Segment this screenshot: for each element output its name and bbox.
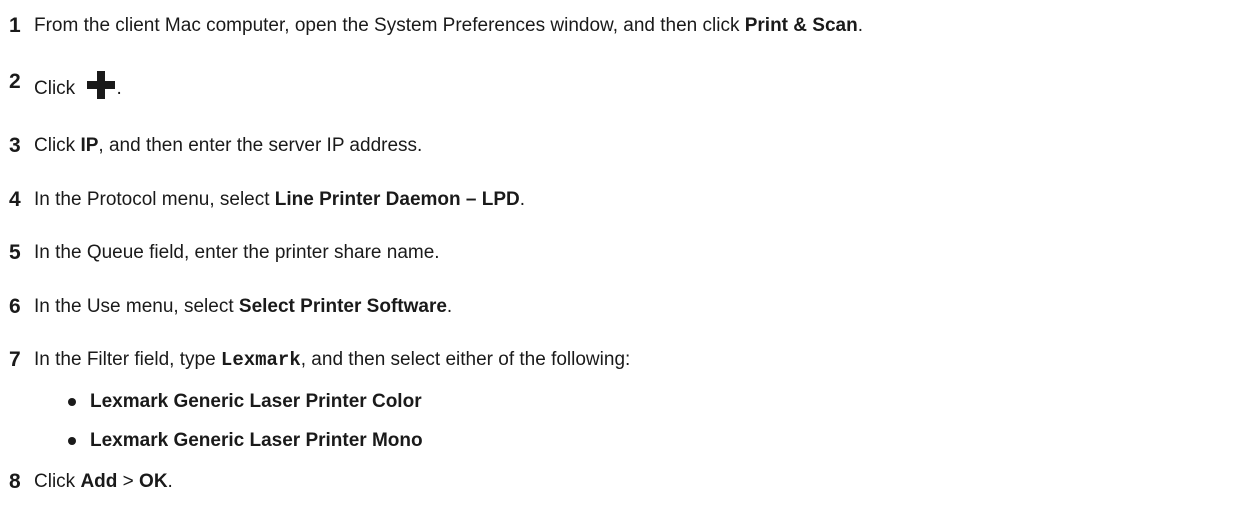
plus-icon [87,71,116,99]
bullet-text: Lexmark Generic Laser Printer Mono [90,430,423,451]
step-text: Click [34,78,81,99]
step-number: 1 [9,14,21,37]
step-number: 4 [9,188,21,211]
step-number: 8 [9,470,21,493]
step-text-rest: , and then enter the server IP address. [98,135,423,156]
bullet-item: Lexmark Generic Laser Printer Mono [68,429,423,453]
code-term: Lexmark [220,349,301,371]
step-punct: . [519,189,526,210]
ui-term: Add [80,471,118,492]
step-number: 3 [9,134,21,157]
ui-term: OK [139,471,168,492]
step-number: 2 [9,70,21,93]
step-text: In the Filter field, type [34,349,221,370]
step-text-rest: , and then select either of the followin… [300,349,631,370]
bullet-text: Lexmark Generic Laser Printer Color [90,391,422,412]
step-punct: . [167,471,173,492]
step-text: Click [34,135,81,156]
bullet-item: Lexmark Generic Laser Printer Color [68,390,422,414]
ui-term: Line Printer Daemon – LPD [274,189,520,210]
step-punct: . [116,78,122,99]
bullet-dot [68,437,76,445]
step-number: 7 [9,348,21,371]
step-text: In the Queue field, enter the printer sh… [34,242,440,263]
step-text: From the client Mac computer, open the S… [34,15,745,36]
ui-term: IP [80,135,99,156]
step-number: 5 [9,241,21,264]
step-punct: . [446,296,453,317]
bullet-dot [68,398,76,406]
ui-term: Select Printer Software [238,296,447,317]
step-text: In the Use menu, select [34,296,239,317]
ui-term: Print & Scan [744,15,858,36]
step-text: In the Protocol menu, select [34,189,275,210]
step-text: Click [34,471,81,492]
step-number: 6 [9,295,21,318]
step-punct: . [857,15,863,36]
step-separator: > [117,471,140,492]
